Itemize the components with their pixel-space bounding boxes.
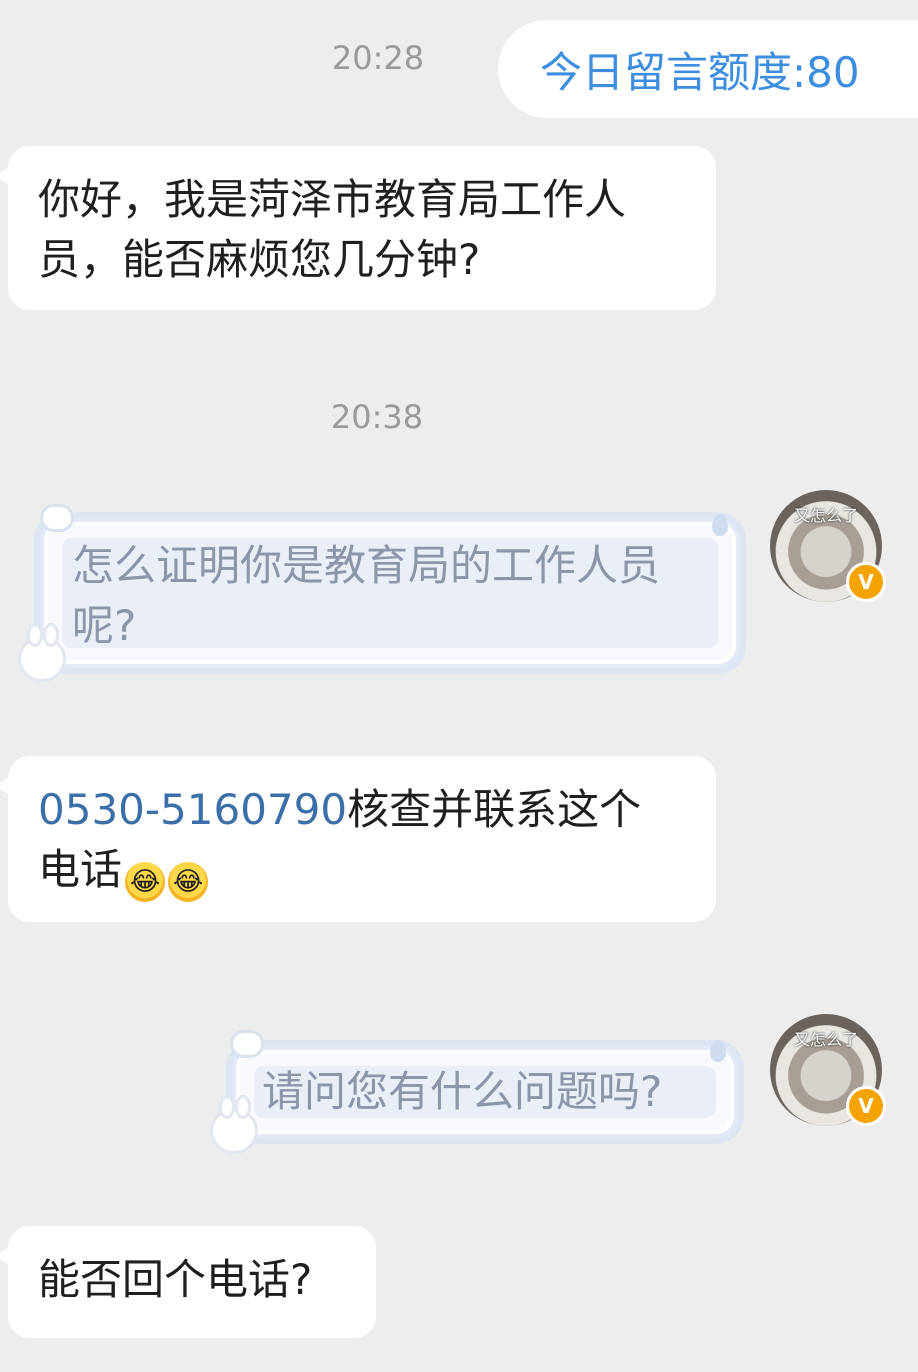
laughing-crying-emoji-icon: 😂 — [125, 862, 166, 902]
message-bubble-incoming[interactable]: 你好，我是菏泽市教育局工作人 员，能否麻烦您几分钟? — [0, 146, 716, 310]
bunny-sticker-icon — [18, 623, 66, 682]
timestamp: 20:28 — [331, 39, 425, 77]
quota-banner: 今日留言额度:80 — [498, 20, 918, 118]
message-bubble-outgoing[interactable]: 怎么证明你是教育局的工作人员 呢? — [40, 518, 740, 668]
avatar-caption: 又怎么了 — [793, 1030, 858, 1049]
verified-badge-icon: V — [846, 1086, 886, 1126]
message-bubble-incoming[interactable]: 能否回个电话? — [0, 1226, 376, 1338]
message-text-fragment: 电话 — [38, 845, 123, 894]
message-text-line: 怎么证明你是教育局的工作人员 — [72, 541, 661, 590]
message-text-line: 你好，我是菏泽市教育局工作人 — [38, 175, 627, 224]
cloud-sticker-icon — [40, 504, 74, 532]
verified-badge-icon: V — [846, 562, 886, 602]
message-bubble-outgoing[interactable]: 请问您有什么问题吗? — [232, 1046, 738, 1138]
message-text-line: 能否回个电话? — [38, 1255, 313, 1304]
phone-number-link[interactable]: 0530-5160790 — [38, 785, 347, 834]
message-text-fragment: 核查并联系这个 — [347, 785, 642, 834]
message-text-line: 员，能否麻烦您几分钟? — [38, 235, 481, 284]
avatar[interactable]: 又怎么了 V — [770, 1014, 886, 1126]
avatar[interactable]: 又怎么了 V — [770, 490, 886, 602]
cloud-sticker-icon — [230, 1030, 264, 1058]
droplet-icon — [712, 514, 728, 536]
timestamp: 20:38 — [330, 398, 424, 436]
droplet-icon — [710, 1040, 726, 1062]
bunny-sticker-icon — [210, 1095, 258, 1154]
message-text-line: 请问您有什么问题吗? — [262, 1067, 663, 1116]
quota-label: 今日留言额度:80 — [540, 47, 860, 97]
avatar-caption: 又怎么了 — [793, 506, 858, 525]
message-text-line: 0530-5160790核查并联系这个 — [38, 780, 686, 840]
laughing-crying-emoji-icon: 😂 — [168, 862, 209, 902]
message-text-line: 电话 😂 😂 — [38, 840, 686, 902]
message-bubble-incoming[interactable]: 0530-5160790核查并联系这个 电话 😂 😂 — [0, 756, 716, 922]
message-text-line: 呢? — [72, 601, 137, 650]
